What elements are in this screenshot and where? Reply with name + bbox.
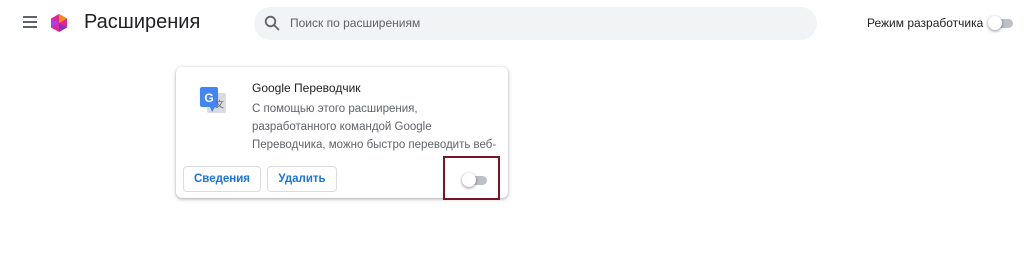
toggle-knob — [462, 173, 476, 187]
google-translate-icon: G 文 — [200, 87, 226, 113]
toggle-knob — [988, 16, 1002, 30]
extensions-logo-icon — [51, 14, 67, 32]
details-button[interactable]: Сведения — [183, 166, 261, 192]
developer-mode-label: Режим разработчика — [867, 16, 984, 30]
extension-enable-toggle[interactable] — [462, 173, 488, 187]
extension-name: Google Переводчик — [252, 81, 361, 95]
search-input[interactable]: Поиск по расширениям — [254, 7, 817, 40]
hamburger-menu-icon[interactable] — [23, 16, 37, 28]
search-icon — [264, 15, 280, 31]
developer-mode-toggle[interactable] — [988, 16, 1014, 30]
remove-button[interactable]: Удалить — [267, 166, 337, 192]
page-title: Расширения — [84, 11, 201, 33]
extension-description: С помощью этого расширения, разработанно… — [252, 103, 497, 151]
top-bar: Расширения Поиск по расширениям Режим ра… — [0, 0, 1024, 47]
svg-text:文: 文 — [215, 99, 224, 111]
svg-text:G: G — [204, 91, 213, 105]
search-placeholder: Поиск по расширениям — [290, 16, 421, 30]
